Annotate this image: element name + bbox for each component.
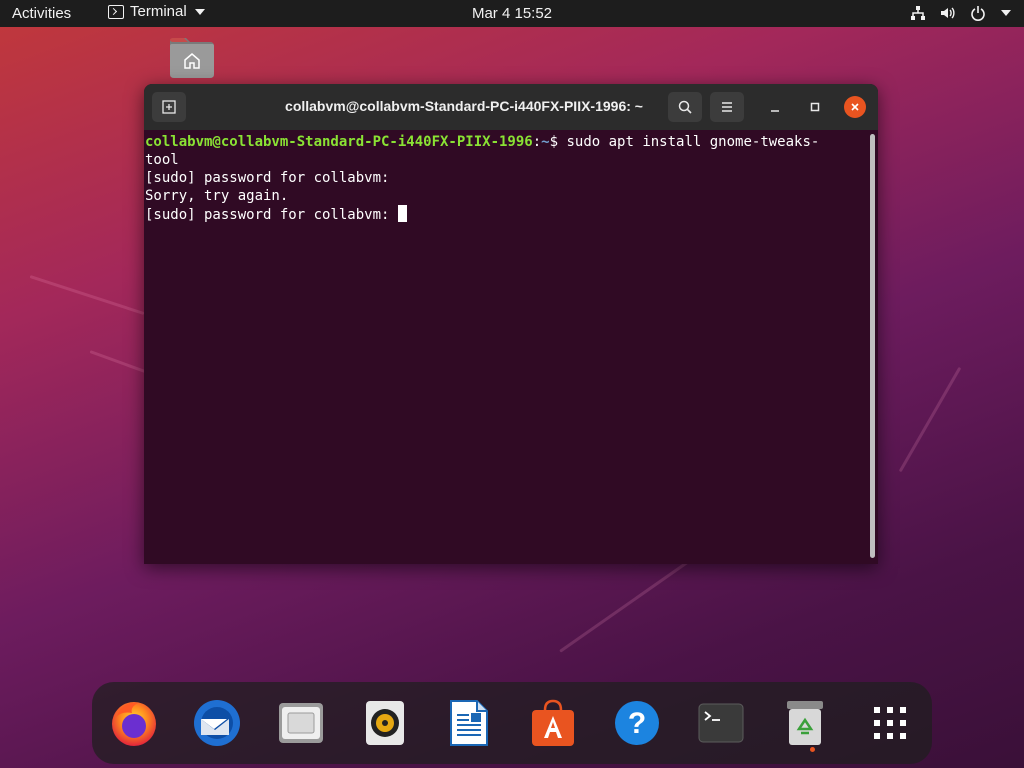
prompt-user: collabvm@collabvm-Standard-PC-i440FX-PII…: [145, 134, 533, 150]
terminal-app-icon: [108, 4, 124, 19]
window-title: collabvm@collabvm-Standard-PC-i440FX-PII…: [285, 98, 643, 114]
firefox-icon: [112, 702, 156, 746]
prompt-separator: :: [532, 134, 542, 150]
output-line: Sorry, try again.: [145, 188, 289, 204]
top-bar: Activities Terminal Mar 4 15:52: [0, 0, 1024, 27]
new-tab-icon: [162, 100, 176, 114]
wallpaper-streak: [29, 275, 145, 316]
files-icon: [279, 703, 323, 743]
dock-item-help[interactable]: ?: [609, 695, 665, 751]
prompt-symbol: $: [549, 134, 567, 150]
command-wrap: tool: [145, 152, 179, 168]
clock[interactable]: Mar 4 15:52: [472, 5, 552, 22]
dock-item-trash[interactable]: [777, 695, 833, 751]
prompt-path: ~: [541, 134, 550, 150]
scrollbar[interactable]: [870, 134, 875, 558]
output-line-current: [sudo] password for collabvm:: [145, 205, 869, 223]
dock: ?: [92, 682, 932, 764]
dock-item-rhythmbox[interactable]: [357, 695, 413, 751]
svg-text:?: ?: [628, 707, 646, 740]
dock-item-show-apps[interactable]: [862, 695, 918, 751]
rhythmbox-icon: [366, 701, 404, 745]
app-menu-label: Terminal: [130, 3, 187, 20]
minimize-icon: [771, 110, 779, 112]
wallpaper-streak: [898, 366, 962, 473]
text-cursor: [397, 205, 407, 222]
maximize-button[interactable]: [804, 96, 826, 118]
menu-button[interactable]: [710, 92, 744, 122]
show-applications-icon: [874, 707, 906, 739]
home-folder-icon[interactable]: [168, 36, 216, 78]
new-tab-button[interactable]: [152, 92, 186, 122]
maximize-icon: [810, 102, 820, 112]
dock-item-writer[interactable]: [441, 695, 497, 751]
caret-down-icon[interactable]: [1000, 7, 1012, 19]
dock-item-software[interactable]: [525, 695, 581, 751]
help-icon: ?: [615, 701, 659, 745]
hamburger-icon: [722, 102, 732, 112]
activities-button[interactable]: Activities: [12, 5, 71, 22]
app-menu[interactable]: Terminal: [108, 3, 205, 20]
close-button[interactable]: [844, 96, 866, 118]
wallpaper-streak: [89, 350, 147, 374]
output-text: [sudo] password for collabvm:: [145, 207, 398, 223]
search-icon: [678, 100, 692, 114]
dock-item-firefox[interactable]: [106, 695, 162, 751]
command-text: sudo apt install gnome-tweaks-: [566, 134, 820, 150]
minimize-button[interactable]: [764, 96, 786, 118]
dock-item-files[interactable]: [273, 695, 329, 751]
system-tray[interactable]: [910, 5, 1012, 21]
trash-icon: [787, 701, 823, 745]
caret-down-icon: [194, 8, 205, 15]
search-button[interactable]: [668, 92, 702, 122]
volume-icon[interactable]: [940, 5, 956, 21]
ubuntu-software-icon: [532, 699, 574, 746]
thunderbird-icon: [194, 700, 240, 746]
terminal-icon: [698, 703, 744, 743]
libreoffice-writer-icon: [450, 700, 488, 746]
terminal-window[interactable]: collabvm@collabvm-Standard-PC-i440FX-PII…: [144, 84, 878, 564]
command-line: collabvm@collabvm-Standard-PC-i440FX-PII…: [145, 133, 869, 151]
close-icon: [851, 103, 859, 111]
terminal-headerbar[interactable]: collabvm@collabvm-Standard-PC-i440FX-PII…: [144, 84, 878, 130]
power-icon[interactable]: [970, 5, 986, 21]
dock-item-thunderbird[interactable]: [189, 695, 245, 751]
terminal-output[interactable]: collabvm@collabvm-Standard-PC-i440FX-PII…: [144, 130, 869, 564]
network-icon[interactable]: [910, 5, 926, 21]
dock-item-terminal[interactable]: [693, 695, 749, 751]
output-line: [sudo] password for collabvm:: [145, 170, 390, 186]
